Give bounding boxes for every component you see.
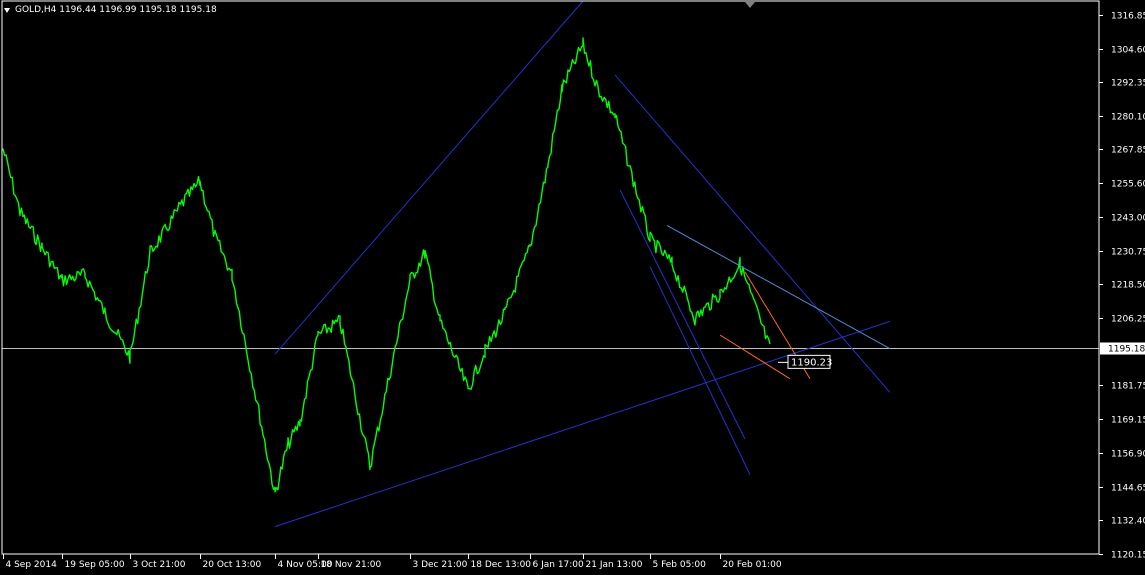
y-tick-label: 1292.35 <box>1111 79 1145 89</box>
y-tick-label: 1243.00 <box>1111 214 1145 224</box>
y-tick-label: 1206.25 <box>1111 315 1145 325</box>
y-tick-label: 1156.90 <box>1111 450 1145 460</box>
axes-layer: 1316.85 1304.60 1292.35 1280.10 1267.85 1255.… <box>1 0 1145 570</box>
x-tick-label: 20 Feb 01:00 <box>723 560 782 570</box>
x-tick-label: 19 Sep 05:00 <box>65 560 125 570</box>
x-tick-label: 6 Jan 17:00 <box>533 560 585 570</box>
y-tick-label: 1280.10 <box>1111 113 1145 123</box>
y-tick-label: 1144.65 <box>1111 484 1145 494</box>
trendline-resistance-line <box>666 225 891 350</box>
y-tick-label: 1316.85 <box>1111 12 1145 22</box>
x-tick-label: 3 Oct 21:00 <box>133 560 186 570</box>
chart-shift-marker-icon[interactable] <box>745 2 755 8</box>
chart-header-title: GOLD,H4 1196.44 1196.99 1195.18 1195.18 <box>15 5 217 15</box>
trendline-support-line <box>274 320 891 528</box>
y-tick-label: 1304.60 <box>1111 46 1145 56</box>
y-tick-label: 1230.75 <box>1111 248 1145 258</box>
x-tick-label: 5 Feb 05:00 <box>653 560 707 570</box>
object-price-label: 1190.23 <box>791 357 832 368</box>
plot-frame <box>1 0 1100 555</box>
trendline-falling-channel-2 <box>619 189 746 440</box>
price-line <box>2 37 771 493</box>
trendline-rising-channel-top <box>274 0 584 355</box>
x-tick-label: 20 Oct 13:00 <box>203 560 262 570</box>
y-tick-label: 1132.40 <box>1111 517 1145 527</box>
trendline-falling-channel-1 <box>614 74 891 393</box>
y-tick-label: 1255.60 <box>1111 180 1145 190</box>
y-tick-label: 1181.75 <box>1111 382 1145 392</box>
chart-window[interactable]: 1190.23 1316.85 1304.60 1292.35 1280.10 1267… <box>0 0 1145 575</box>
x-tick-label: 3 Dec 21:00 <box>413 560 468 570</box>
price-chart[interactable]: 1190.23 1316.85 1304.60 1292.35 1280.10 1267… <box>0 0 1145 575</box>
y-tick-label: 1169.15 <box>1111 416 1145 426</box>
bid-price-label: 1195.18 <box>1108 345 1145 355</box>
y-tick-label: 1218.50 <box>1111 281 1145 291</box>
x-tick-label: 21 Jan 13:00 <box>586 560 643 570</box>
price-series-layer <box>2 37 771 493</box>
trendline-falling-channel-3 <box>649 266 751 475</box>
y-tick-label: 1120.15 <box>1111 551 1145 561</box>
trendline-small-channel-lower <box>719 334 791 380</box>
x-tick-label: 4 Sep 2014 <box>6 560 58 570</box>
y-tick-label: 1267.85 <box>1111 146 1145 156</box>
x-tick-label: 18 Dec 13:00 <box>471 560 532 570</box>
chart-menu-dropdown-icon[interactable] <box>4 8 10 13</box>
x-tick-label: 18 Nov 21:00 <box>321 560 382 570</box>
